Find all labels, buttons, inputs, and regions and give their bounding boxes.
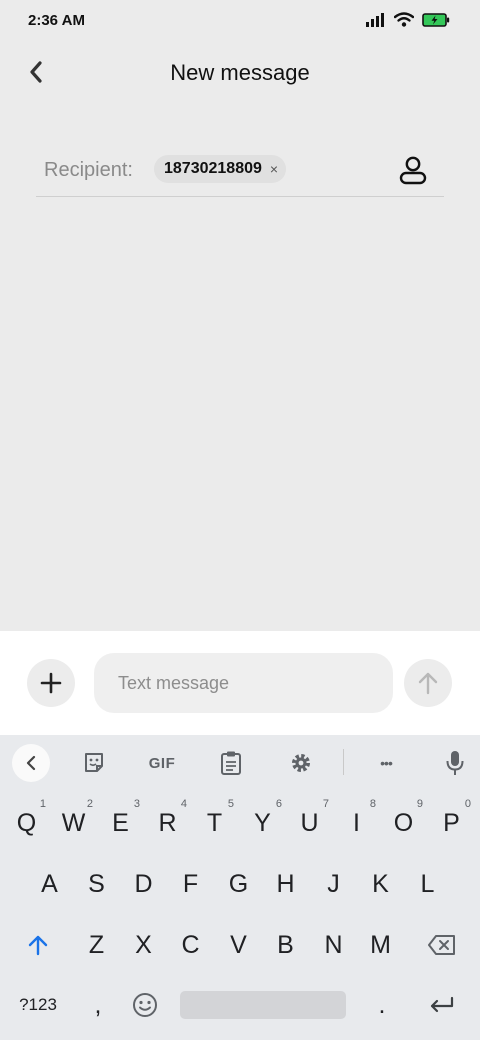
page-title: New message (170, 60, 310, 85)
key-a[interactable]: A (26, 859, 73, 909)
settings-button[interactable] (286, 745, 316, 781)
microphone-icon (446, 751, 464, 775)
key-l[interactable]: L (404, 859, 451, 909)
more-options-button[interactable]: ••• (370, 745, 402, 781)
key-z[interactable]: Z (73, 920, 120, 970)
key-hint: 7 (322, 798, 329, 810)
backspace-key[interactable] (418, 920, 466, 970)
enter-icon (430, 996, 454, 1013)
shift-key[interactable] (14, 920, 62, 970)
key-hint: 8 (369, 798, 376, 810)
key-hint: 2 (86, 798, 93, 810)
recipient-chip[interactable]: 18730218809 × (154, 155, 287, 183)
key-r[interactable]: R4 (144, 798, 191, 848)
key-p[interactable]: P0 (428, 798, 475, 848)
send-button[interactable] (404, 659, 452, 707)
emoji-key[interactable] (122, 980, 168, 1030)
wifi-icon (394, 12, 414, 27)
recipient-label: Recipient: (44, 159, 133, 181)
remove-recipient-icon[interactable]: × (270, 161, 278, 177)
backspace-icon (428, 935, 455, 955)
key-k[interactable]: K (357, 859, 404, 909)
compose-bar: Text message (0, 631, 480, 735)
key-b[interactable]: B (262, 920, 309, 970)
key-hint: 6 (275, 798, 282, 810)
key-h[interactable]: H (262, 859, 309, 909)
key-hint: 4 (180, 798, 187, 810)
key-c[interactable]: C (167, 920, 214, 970)
key-i[interactable]: I8 (333, 798, 380, 848)
clipboard-button[interactable] (216, 745, 246, 781)
clipboard-icon (221, 751, 241, 775)
key-x[interactable]: X (120, 920, 167, 970)
arrow-up-icon (418, 672, 438, 695)
signal-icon (366, 12, 384, 27)
key-t[interactable]: T5 (191, 798, 238, 848)
contacts-button[interactable] (396, 153, 430, 187)
collapse-toolbar-button[interactable] (12, 744, 50, 782)
sticker-button[interactable] (78, 745, 110, 781)
key-hint: 9 (416, 798, 423, 810)
recipient-field[interactable]: Recipient: 18730218809 × (36, 145, 444, 197)
period-key[interactable]: . (360, 980, 404, 1030)
chevron-left-icon (26, 755, 36, 771)
key-y[interactable]: Y6 (239, 798, 286, 848)
key-d[interactable]: D (120, 859, 167, 909)
space-key[interactable] (180, 991, 346, 1019)
gif-button[interactable]: GIF (140, 745, 184, 781)
toolbar-divider (343, 749, 344, 775)
gear-icon (292, 754, 310, 772)
message-input[interactable]: Text message (94, 653, 393, 713)
enter-key[interactable] (416, 980, 468, 1030)
key-s[interactable]: S (73, 859, 120, 909)
key-f[interactable]: F (167, 859, 214, 909)
key-o[interactable]: O9 (380, 798, 427, 848)
key-w[interactable]: W2 (50, 798, 97, 848)
key-j[interactable]: J (310, 859, 357, 909)
comma-key[interactable]: , (76, 980, 120, 1030)
keyboard-toolbar: GIF ••• (0, 735, 480, 790)
recipient-chip-number: 18730218809 (164, 160, 262, 177)
key-hint: 1 (39, 798, 46, 810)
app-header: New message (0, 44, 480, 104)
shift-arrow-icon (28, 935, 48, 956)
person-icon (399, 156, 427, 185)
key-q[interactable]: Q1 (3, 798, 50, 848)
key-g[interactable]: G (215, 859, 262, 909)
symbols-key[interactable]: ?123 (8, 980, 68, 1030)
status-icons (366, 12, 450, 27)
voice-input-button[interactable] (442, 745, 468, 781)
plus-icon (40, 672, 62, 694)
attach-button[interactable] (27, 659, 75, 707)
status-bar: 2:36 AM (0, 0, 480, 44)
key-u[interactable]: U7 (286, 798, 333, 848)
key-hint: 3 (133, 798, 140, 810)
battery-charging-icon (422, 12, 450, 27)
key-e[interactable]: E3 (97, 798, 144, 848)
emoji-icon (133, 993, 157, 1017)
key-m[interactable]: M (357, 920, 404, 970)
key-hint: 5 (227, 798, 234, 810)
sticker-icon (85, 753, 103, 772)
key-v[interactable]: V (215, 920, 262, 970)
keyboard: GIF ••• Q1 W2 E3 R4 T 5 Y 6 U 7 I 8 O 9 … (0, 735, 480, 1040)
key-hint: 0 (464, 798, 471, 810)
status-time: 2:36 AM (28, 12, 85, 29)
key-n[interactable]: N (310, 920, 357, 970)
